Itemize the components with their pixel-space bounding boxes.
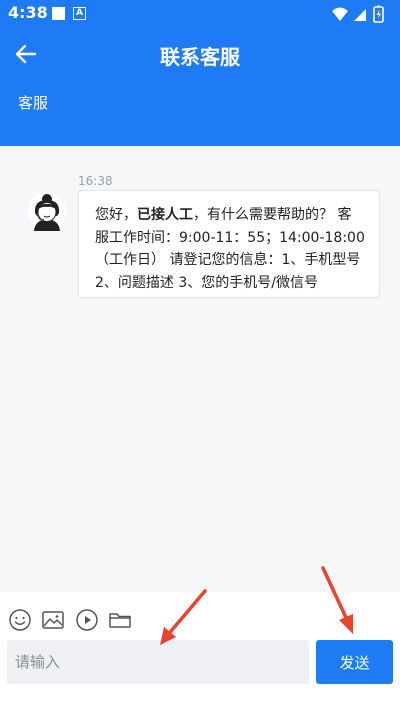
video-icon[interactable] (75, 608, 99, 632)
status-time: 4:38 (8, 3, 48, 22)
agent-avatar (28, 192, 66, 231)
message-input[interactable] (7, 640, 309, 684)
page-title: 联系客服 (160, 45, 240, 69)
message-bubble: 您好，已接人工，有什么需要帮助的？ 客服工作时间：9:00-11：55；14:0… (78, 190, 380, 298)
app-notification-icon: A (73, 7, 86, 20)
status-bar: 4:38 A (0, 0, 400, 28)
wifi-icon (332, 7, 348, 21)
composer: 发送 (0, 636, 400, 712)
status-icons (332, 5, 384, 23)
emoji-icon[interactable] (8, 608, 32, 632)
header: 4:38 A 联系客服 客服 (0, 0, 400, 146)
message-text-bold: 已接人工 (137, 207, 193, 223)
signal-icon (354, 9, 366, 21)
notification-icon (52, 7, 65, 20)
send-button[interactable]: 发送 (316, 640, 393, 684)
message-text-part1: 您好， (95, 207, 137, 223)
composer-toolbar (0, 592, 400, 636)
chat-area: 16:38 您好，已接人工，有什么需要帮助的？ 客服工作时间：9:00-11：5… (0, 146, 400, 592)
folder-icon[interactable] (108, 608, 132, 632)
image-icon[interactable] (41, 608, 65, 632)
message-timestamp: 16:38 (78, 174, 113, 188)
tab-customer-service[interactable]: 客服 (18, 92, 48, 113)
nav-bar: 联系客服 (0, 28, 400, 80)
